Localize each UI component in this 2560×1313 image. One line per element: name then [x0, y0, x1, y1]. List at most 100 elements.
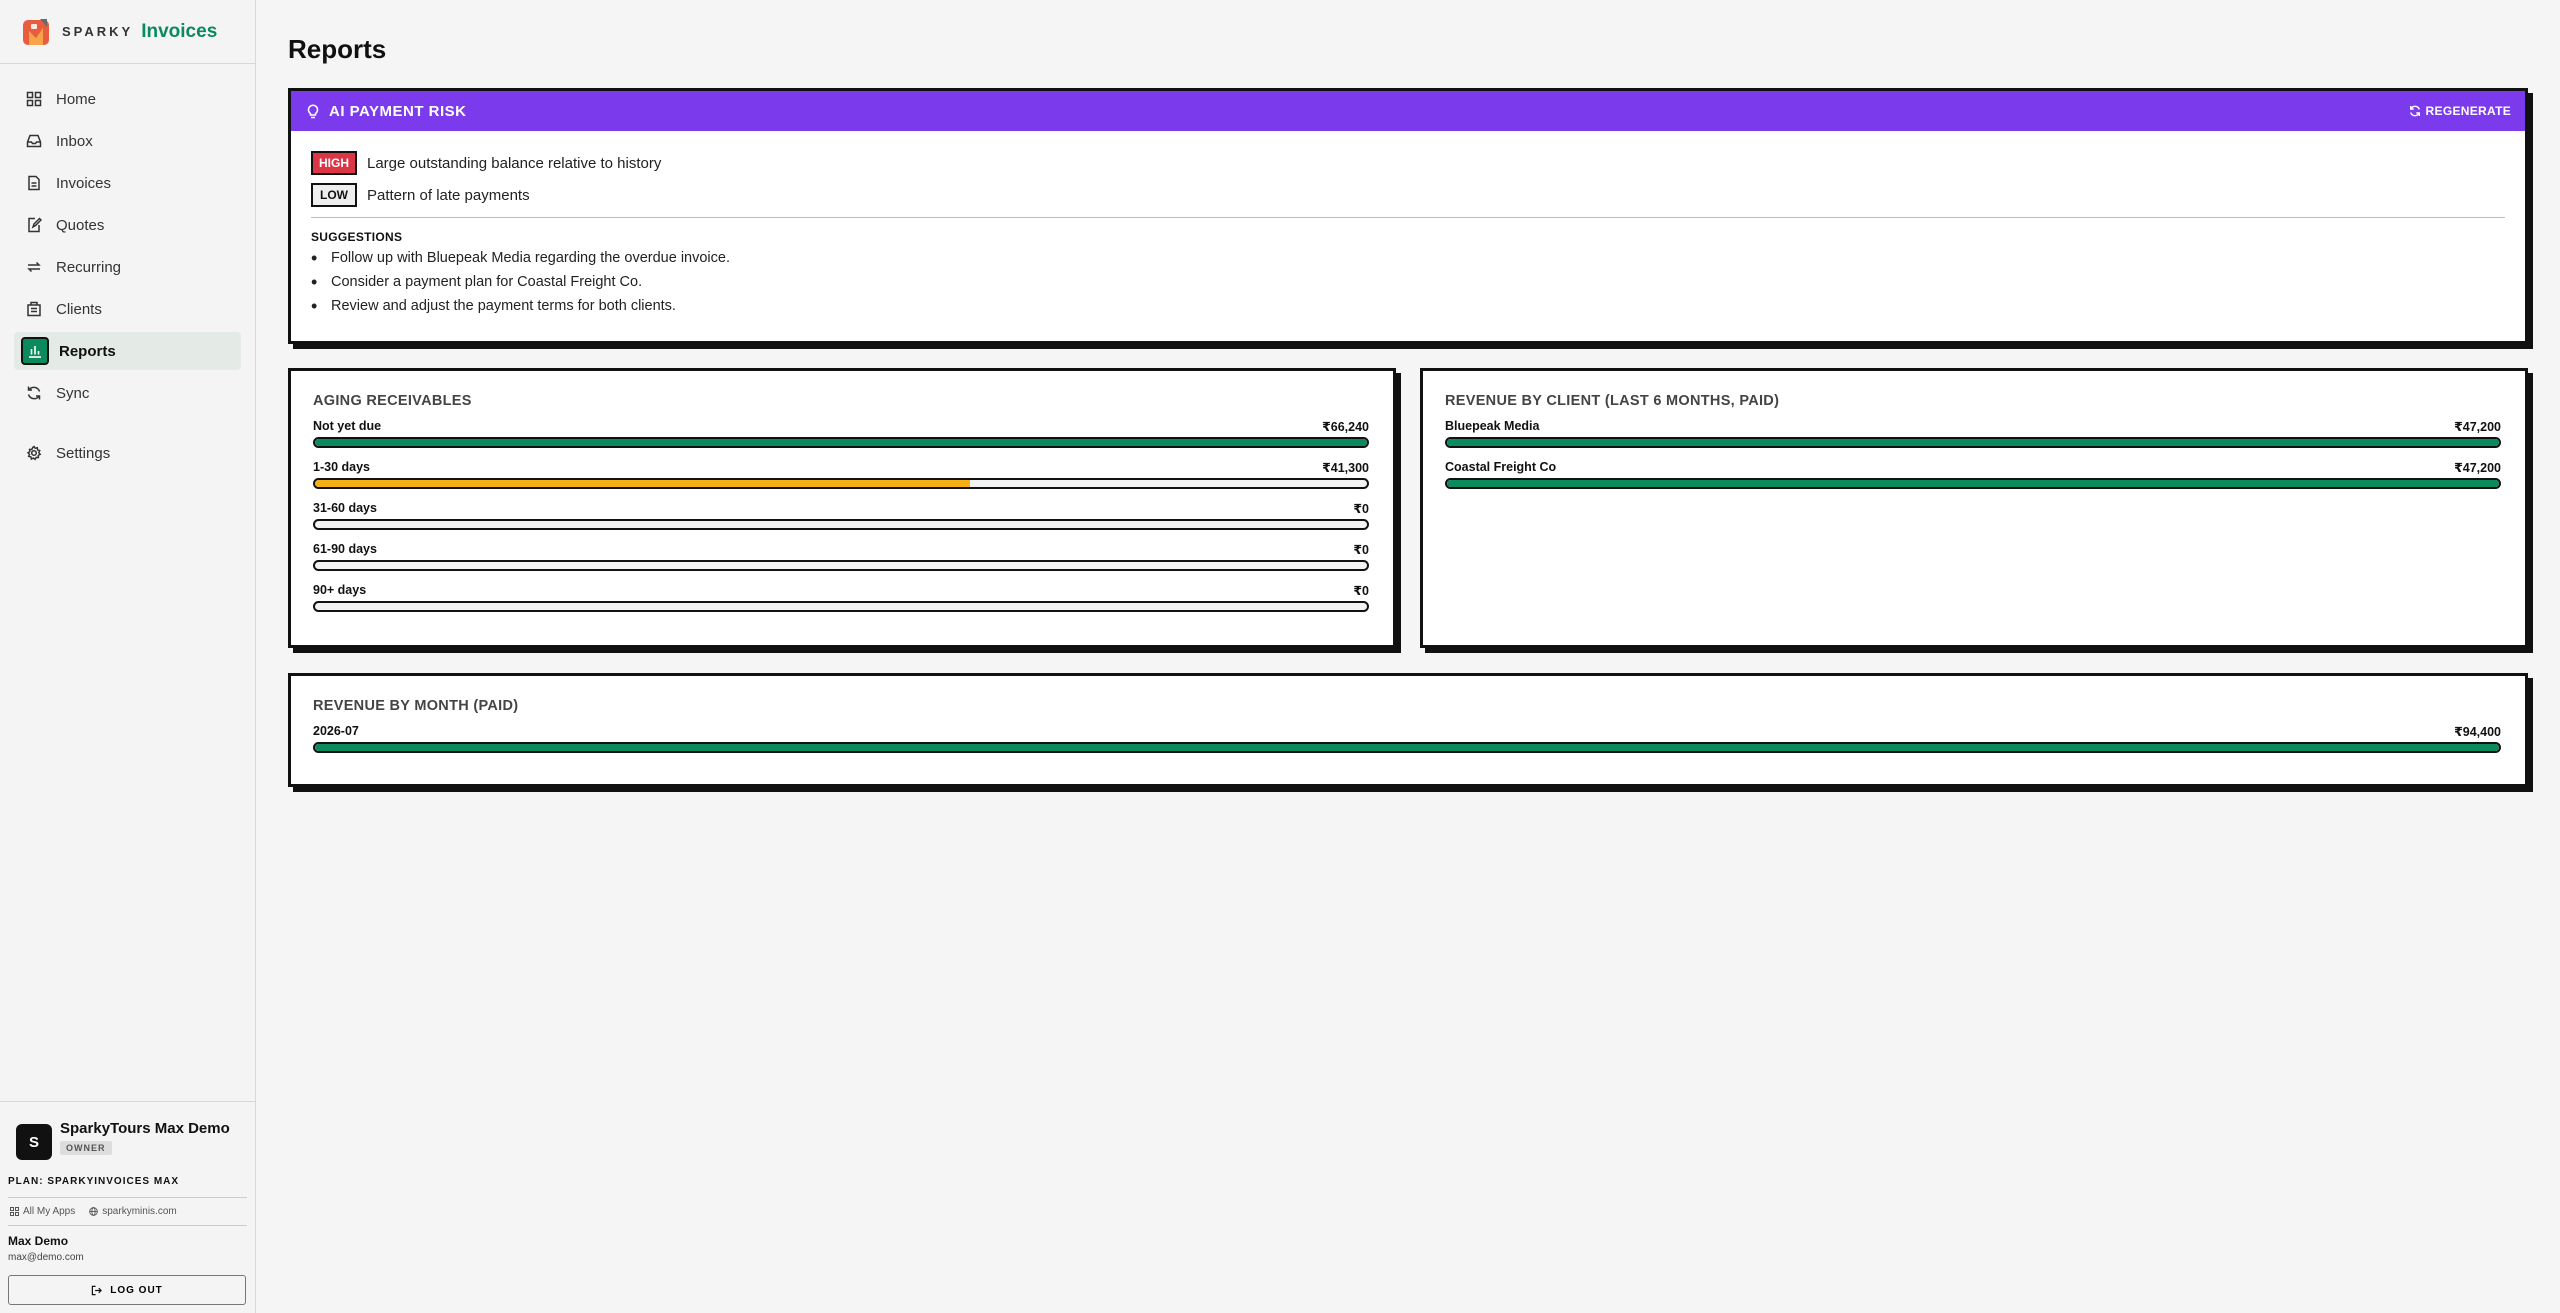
bar-track	[313, 601, 1369, 612]
risk-item-text: Pattern of late payments	[367, 186, 530, 204]
nav-item-sync[interactable]: Sync	[14, 374, 241, 412]
sync-icon	[26, 385, 42, 401]
logout-label: LOG OUT	[110, 1284, 163, 1296]
brand-name: Invoices	[141, 20, 218, 42]
nav-label: Invoices	[56, 174, 112, 192]
main-nav: Home Inbox Invoices Quotes Recurring Cli…	[0, 64, 255, 472]
nav-item-inbox[interactable]: Inbox	[14, 122, 241, 160]
suggestion-item: Consider a payment plan for Coastal Frei…	[311, 272, 2505, 298]
bar-fill	[315, 744, 2499, 751]
bar-label: Coastal Freight Co	[1445, 460, 1557, 474]
nav-item-settings[interactable]: Settings	[14, 434, 241, 472]
chart-icon	[21, 337, 49, 365]
month-revenue-bars: 2026-07 ₹94,400	[313, 724, 2501, 753]
all-apps-link[interactable]: All My Apps	[10, 1206, 75, 1217]
regenerate-button[interactable]: REGENERATE	[2409, 104, 2511, 118]
logout-button[interactable]: LOG OUT	[8, 1275, 246, 1305]
risk-header: AI PAYMENT RISK REGENERATE	[291, 91, 2525, 131]
home-icon	[26, 91, 42, 107]
recurring-icon	[26, 259, 42, 275]
bar-value: ₹94,400	[2454, 725, 2501, 739]
bar-value: ₹0	[1353, 543, 1369, 557]
divider	[311, 217, 2505, 218]
risk-item: HIGH Large outstanding balance relative …	[311, 151, 2505, 175]
revenue-by-month-card: REVENUE BY MONTH (PAID) 2026-07 ₹94,400	[288, 673, 2528, 787]
nav-item-reports[interactable]: Reports	[14, 332, 241, 370]
bar-value: ₹0	[1353, 584, 1369, 598]
bar-fill	[315, 439, 1367, 446]
gear-icon	[26, 445, 42, 461]
nav-item-clients[interactable]: Clients	[14, 290, 241, 328]
nav-label: Settings	[56, 444, 111, 462]
grid-icon	[10, 1207, 19, 1216]
bar-label: Bluepeak Media	[1445, 419, 1540, 433]
bar-row: 31-60 days ₹0	[313, 501, 1369, 530]
bar-fill	[315, 480, 971, 487]
quote-icon	[26, 217, 42, 233]
plan-label: PLAN: SPARKYINVOICES MAX	[8, 1176, 247, 1198]
month-revenue-title: REVENUE BY MONTH (PAID)	[313, 698, 519, 714]
bar-value: ₹66,240	[1322, 420, 1369, 434]
user-email: max@demo.com	[8, 1252, 84, 1263]
nav-label: Home	[56, 90, 97, 108]
nav-item-recurring[interactable]: Recurring	[14, 248, 241, 286]
nav-label: Recurring	[56, 258, 122, 276]
bar-label: 2026-07	[313, 724, 359, 738]
bar-value: ₹47,200	[2454, 461, 2501, 475]
bar-track	[313, 478, 1369, 489]
client-revenue-bars: Bluepeak Media ₹47,200 Coastal Freight Co ₹…	[1445, 419, 2501, 489]
bar-row: Bluepeak Media ₹47,200	[1445, 419, 2501, 448]
aging-receivables-card: AGING RECEIVABLES Not yet due ₹66,240 1-30…	[288, 368, 1396, 648]
brand-prefix: SPARKY	[62, 24, 134, 39]
bar-row: 61-90 days ₹0	[313, 542, 1369, 571]
aging-title: AGING RECEIVABLES	[313, 393, 472, 409]
org-name: SparkyTours Max Demo	[60, 1120, 230, 1137]
nav-item-home[interactable]: Home	[14, 80, 241, 118]
bar-track	[313, 560, 1369, 571]
revenue-by-client-card: REVENUE BY CLIENT (LAST 6 MONTHS, PAID) …	[1420, 368, 2528, 648]
clients-icon	[26, 301, 42, 317]
nav-item-invoices[interactable]: Invoices	[14, 164, 241, 202]
nav-label: Reports	[59, 342, 116, 360]
sparky-logo-icon	[23, 18, 49, 45]
risk-item-text: Large outstanding balance relative to hi…	[367, 154, 662, 172]
suggestion-item: Follow up with Bluepeak Media regarding …	[311, 248, 2505, 274]
nav-label: Clients	[56, 300, 102, 318]
suggestion-item: Review and adjust the payment terms for …	[311, 296, 2505, 322]
user-name: Max Demo	[8, 1234, 69, 1248]
risk-item: LOW Pattern of late payments	[311, 183, 2505, 207]
client-revenue-title: REVENUE BY CLIENT (LAST 6 MONTHS, PAID)	[1445, 393, 1780, 409]
site-label: sparkyminis.com	[102, 1206, 177, 1217]
bar-value: ₹0	[1353, 502, 1369, 516]
main-content: Reports AI PAYMENT RISK REGENERATE HIGH …	[288, 0, 2528, 787]
globe-icon	[89, 1207, 99, 1216]
bar-label: 1-30 days	[313, 460, 370, 474]
suggestions-title: SUGGESTIONS	[311, 230, 403, 244]
logout-icon	[91, 1285, 103, 1295]
org-switcher[interactable]: S SparkyTours Max Demo OWNER	[8, 1120, 247, 1160]
risk-level-badge-low: LOW	[311, 183, 357, 207]
nav-label: Quotes	[56, 216, 105, 234]
bar-track	[1445, 437, 2501, 448]
page-title: Reports	[288, 34, 387, 64]
ai-payment-risk-card: AI PAYMENT RISK REGENERATE HIGH Large ou…	[288, 88, 2528, 344]
bar-label: Not yet due	[313, 419, 382, 433]
bar-track	[1445, 478, 2501, 489]
bar-label: 31-60 days	[313, 501, 377, 515]
bar-track	[313, 437, 1369, 448]
site-link[interactable]: sparkyminis.com	[89, 1206, 177, 1217]
brand[interactable]: SPARKY Invoices	[0, 0, 255, 64]
bar-value: ₹47,200	[2454, 420, 2501, 434]
role-badge: OWNER	[60, 1141, 112, 1155]
risk-level-badge-high: HIGH	[311, 151, 357, 175]
bar-row: 2026-07 ₹94,400	[313, 724, 2501, 753]
nav-label: Sync	[56, 384, 90, 402]
document-icon	[26, 175, 42, 191]
sidebar: SPARKY Invoices Home Inbox Invoices Quot…	[0, 0, 256, 1313]
bar-row: Coastal Freight Co ₹47,200	[1445, 460, 2501, 489]
bar-track	[313, 519, 1369, 530]
bar-fill	[1447, 439, 2499, 446]
nav-item-quotes[interactable]: Quotes	[14, 206, 241, 244]
footer-links: All My Apps sparkyminis.com	[8, 1198, 247, 1226]
lightbulb-icon	[307, 104, 319, 118]
